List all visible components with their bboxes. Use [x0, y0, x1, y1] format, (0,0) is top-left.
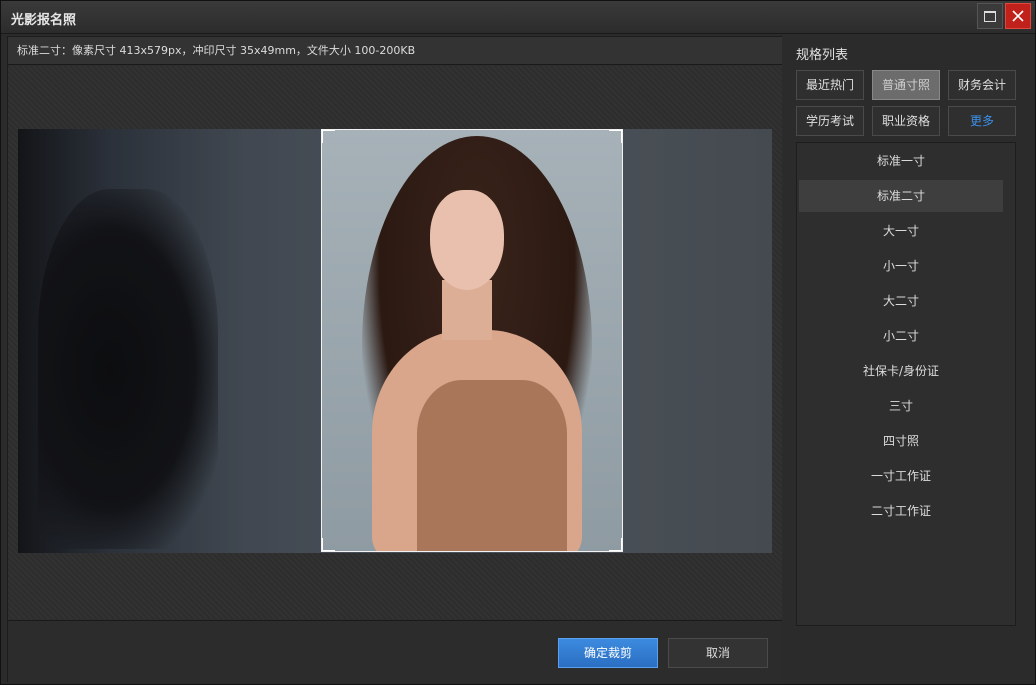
category-more[interactable]: 更多 — [948, 106, 1016, 136]
spec-item[interactable]: 大一寸 — [799, 215, 1003, 247]
crop-canvas[interactable] — [8, 66, 782, 619]
crop-handle-top-right[interactable] — [609, 130, 622, 143]
source-photo — [18, 129, 772, 553]
crop-handle-bottom-right[interactable] — [609, 538, 622, 551]
action-footer: 确定裁剪 取消 — [8, 620, 782, 682]
window-title: 光影报名照 — [11, 13, 77, 28]
close-button[interactable] — [1005, 3, 1031, 29]
crop-handle-top-left[interactable] — [322, 130, 335, 143]
cancel-button[interactable]: 取消 — [668, 638, 768, 668]
crop-handle-bottom-left[interactable] — [322, 538, 335, 551]
category-exams[interactable]: 学历考试 — [796, 106, 864, 136]
spec-item[interactable]: 小一寸 — [799, 250, 1003, 282]
spec-item[interactable]: 四寸照 — [799, 425, 1003, 457]
spec-item[interactable]: 标准一寸 — [799, 145, 1003, 177]
spec-item[interactable]: 大二寸 — [799, 285, 1003, 317]
category-finance[interactable]: 财务会计 — [948, 70, 1016, 100]
spec-item[interactable]: 小二寸 — [799, 320, 1003, 352]
category-professional[interactable]: 职业资格 — [872, 106, 940, 136]
maximize-button[interactable] — [977, 3, 1003, 29]
spec-sidebar: 规格列表 最近热门 普通寸照 财务会计 学历考试 职业资格 更多 标准一寸 标准… — [782, 34, 1034, 684]
spec-list: 标准一寸 标准二寸 大一寸 小一寸 大二寸 小二寸 社保卡/身份证 三寸 四寸照… — [796, 142, 1016, 626]
close-icon — [1012, 10, 1024, 22]
editor-pane: 标准二寸：像素尺寸 413x579px，冲印尺寸 35x49mm，文件大小 10… — [7, 36, 783, 682]
spec-item[interactable]: 三寸 — [799, 390, 1003, 422]
spec-item[interactable]: 一寸工作证 — [799, 460, 1003, 492]
title-bar[interactable]: 光影报名照 — [1, 1, 1035, 34]
spec-info: 标准二寸：像素尺寸 413x579px，冲印尺寸 35x49mm，文件大小 10… — [8, 37, 782, 65]
sidebar-title: 规格列表 — [796, 48, 849, 63]
crop-frame[interactable] — [321, 129, 623, 552]
portrait-dress — [417, 380, 567, 551]
portrait-face — [430, 190, 504, 290]
spec-item-selected[interactable]: 标准二寸 — [799, 180, 1003, 212]
category-standard[interactable]: 普通寸照 — [872, 70, 940, 100]
crop-dialog: 光影报名照 标准二寸：像素尺寸 413x579px，冲印尺寸 35x49mm，文… — [0, 0, 1036, 685]
spec-item[interactable]: 二寸工作证 — [799, 495, 1003, 527]
spec-item[interactable]: 社保卡/身份证 — [799, 355, 1003, 387]
category-recent-hot[interactable]: 最近热门 — [796, 70, 864, 100]
confirm-crop-button[interactable]: 确定裁剪 — [558, 638, 658, 668]
maximize-icon — [984, 10, 996, 22]
